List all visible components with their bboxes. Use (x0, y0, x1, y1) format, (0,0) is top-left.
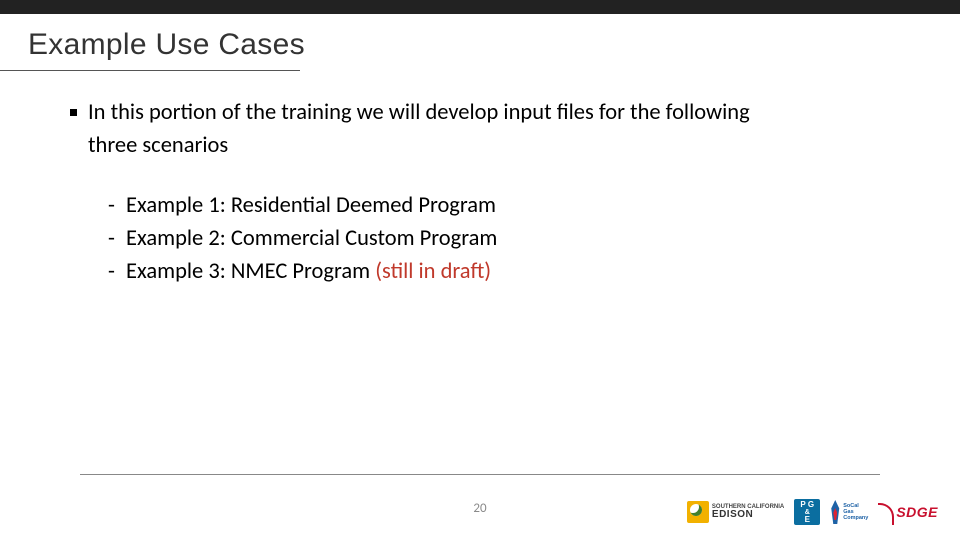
top-bar (0, 0, 960, 14)
intro-text-line2: three scenarios (70, 131, 890, 160)
slide-title: Example Use Cases (28, 28, 305, 62)
socalgas-logo: SoCal Gas Company (830, 498, 868, 526)
sdge-text: SDGE (896, 504, 938, 520)
slide: Example Use Cases In this portion of the… (0, 0, 960, 540)
slide-content: In this portion of the training we will … (70, 98, 890, 290)
sce-logo-text: SOUTHERN CALIFORNIA EDISON (712, 504, 784, 520)
flame-icon (830, 500, 840, 524)
footer-rule (80, 474, 880, 475)
list-item: Example 2: Commercial Custom Program (108, 224, 890, 253)
pge-logo: P G & E (794, 499, 820, 525)
draft-note: (still in draft) (375, 258, 491, 285)
title-underline (0, 70, 300, 71)
sce-main: EDISON (712, 510, 784, 520)
intro-bullet: In this portion of the training we will … (70, 98, 890, 127)
example-text: Example 1: Residential Deemed Program (126, 192, 496, 219)
scg-text: SoCal Gas Company (843, 503, 868, 521)
example-text: Example 3: NMEC Program (126, 258, 375, 285)
footer-logos: SOUTHERN CALIFORNIA EDISON P G & E SoCal… (687, 498, 938, 526)
examples-list: Example 1: Residential Deemed Program Ex… (70, 191, 890, 287)
list-item: Example 3: NMEC Program (still in draft) (108, 257, 890, 286)
pge-l1: P G (800, 501, 814, 509)
pge-l2: E (805, 516, 810, 524)
list-item: Example 1: Residential Deemed Program (108, 191, 890, 220)
example-text: Example 2: Commercial Custom Program (126, 225, 497, 252)
arc-icon (878, 503, 894, 525)
intro-text-line1: In this portion of the training we will … (88, 99, 750, 126)
sun-icon (687, 501, 709, 523)
scg-l3: Company (843, 515, 868, 521)
sdge-logo: SDGE (878, 498, 938, 526)
sce-logo: SOUTHERN CALIFORNIA EDISON (687, 498, 784, 526)
